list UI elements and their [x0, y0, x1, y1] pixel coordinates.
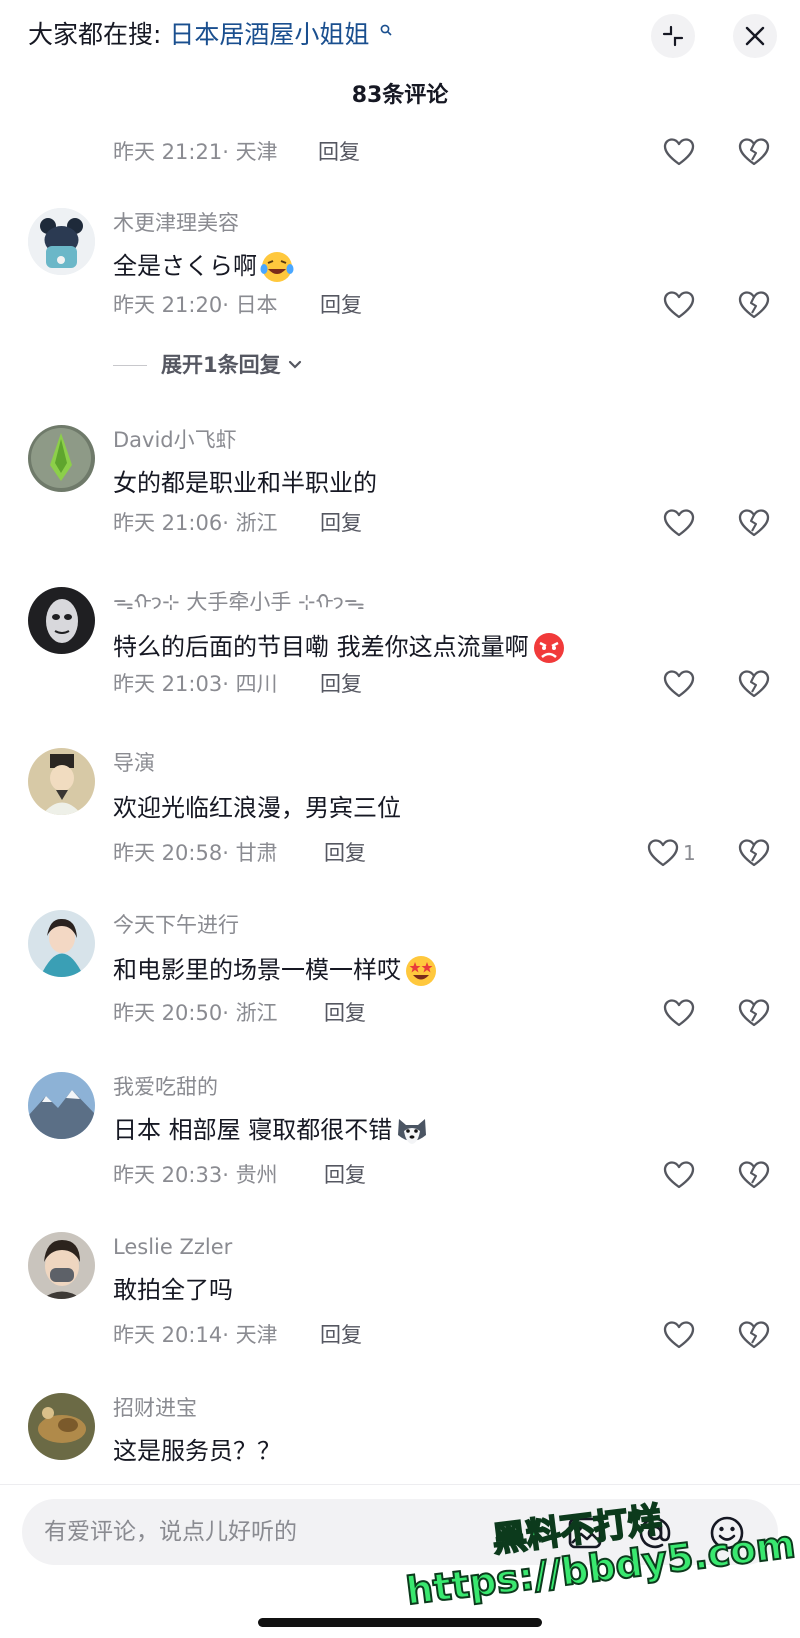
search-suggestion[interactable]: 大家都在搜: 日本居酒屋小姐姐 [28, 18, 392, 52]
husky-emoji-icon [398, 1119, 427, 1144]
comment-username[interactable]: 导演 [113, 748, 155, 778]
comment-location: 贵州 [235, 1163, 278, 1187]
comment-meta: 昨天 21:06· 浙江 [113, 511, 278, 535]
broken-heart-icon[interactable] [738, 998, 770, 1028]
laughing-crying-emoji-icon [260, 252, 294, 282]
comment-username[interactable]: 我爱吃甜的 [113, 1072, 218, 1102]
avatar[interactable] [28, 748, 95, 815]
divider [113, 364, 147, 366]
heart-outline-icon[interactable] [647, 838, 679, 868]
avatar[interactable] [28, 587, 95, 654]
comment-text-content: 特么的后面的节目嘞 我差你这点流量啊 [113, 633, 529, 661]
heart-outline-icon[interactable] [663, 669, 695, 699]
heart-outline-icon[interactable] [663, 1160, 695, 1190]
angry-emoji-icon [533, 633, 564, 663]
comment-location: 浙江 [235, 511, 278, 535]
comment-time: 昨天 20:33 [113, 1163, 223, 1187]
reply-button[interactable]: 回复 [318, 137, 360, 167]
comment-count: 83条评论 [351, 83, 449, 108]
close-button[interactable] [733, 14, 777, 58]
comment-time: 昨天 21:21 [113, 140, 223, 164]
broken-heart-icon[interactable] [738, 508, 770, 538]
comment-text: 日本 相部屋 寝取都很不错 [113, 1113, 430, 1149]
chevron-down-icon [288, 360, 301, 369]
comment-text: 这是服务员？？ [113, 1437, 281, 1465]
collapse-button[interactable] [651, 14, 695, 58]
avatar[interactable] [28, 910, 95, 977]
comment-text-content: 和电影里的场景一模一样哎 [113, 956, 401, 984]
comment-text-content: 日本 相部屋 寝取都很不错 [113, 1116, 393, 1144]
star-struck-emoji-icon [406, 956, 436, 986]
heart-outline-icon[interactable] [663, 508, 695, 538]
search-icon [380, 24, 392, 36]
reply-button[interactable]: 回复 [320, 290, 362, 320]
comment-location: 甘肃 [235, 841, 278, 865]
top-bar: 大家都在搜: 日本居酒屋小姐姐 [0, 0, 800, 80]
comment-location: 四川 [235, 672, 278, 696]
search-suggestion-query[interactable]: 日本居酒屋小姐姐 [169, 20, 369, 49]
comment-text: 女的都是职业和半职业的 [113, 469, 377, 497]
comment-location: 天津 [235, 140, 278, 164]
avatar[interactable] [28, 1072, 95, 1139]
broken-heart-icon[interactable] [738, 1160, 770, 1190]
comment-text: 特么的后面的节目嘞 我差你这点流量啊 [113, 630, 567, 666]
comment-text: 敢拍全了吗 [113, 1276, 233, 1304]
comment-meta: 昨天 20:50· 浙江 [113, 1001, 278, 1025]
broken-heart-icon[interactable] [738, 290, 770, 320]
reply-button[interactable]: 回复 [320, 1320, 362, 1350]
expand-replies-label: 展开1条回复 [161, 353, 281, 377]
comment-location: 日本 [235, 293, 278, 317]
collapse-icon [662, 25, 684, 47]
comment-meta: 昨天 21:03· 四川 [113, 672, 278, 696]
comment-username[interactable]: ᯓᡣ𐭩⊹ 大手牵小手 ⊹ᡣ𐭩ᯓ [113, 587, 365, 617]
reply-button[interactable]: 回复 [320, 508, 362, 538]
reply-button[interactable]: 回复 [324, 838, 366, 868]
heart-outline-icon[interactable] [663, 998, 695, 1028]
broken-heart-icon[interactable] [738, 838, 770, 868]
reply-button[interactable]: 回复 [324, 1160, 366, 1190]
comment-time: 昨天 20:58 [113, 841, 223, 865]
comment-meta: 昨天 20:14· 天津 [113, 1323, 278, 1347]
comment-username[interactable]: 木更津理美容 [113, 208, 239, 238]
comment-text: 全是さくら啊 [113, 249, 295, 285]
heart-outline-icon[interactable] [663, 1320, 695, 1350]
comment-text-content: 全是さくら啊 [113, 252, 257, 280]
comment-username[interactable]: 招财进宝 [113, 1393, 197, 1423]
avatar[interactable] [28, 425, 95, 492]
reply-button[interactable]: 回复 [324, 998, 366, 1028]
comment-time: 昨天 20:50 [113, 1001, 223, 1025]
heart-outline-icon[interactable] [663, 137, 695, 167]
comment-time: 昨天 20:14 [113, 1323, 223, 1347]
expand-replies-button[interactable]: 展开1条回复 [113, 350, 303, 380]
broken-heart-icon[interactable] [738, 1320, 770, 1350]
comment-meta: 昨天 21:20· 日本 [113, 293, 278, 317]
comment-meta: 昨天 20:58· 甘肃 [113, 841, 278, 865]
avatar[interactable] [28, 1393, 95, 1460]
search-suggestion-prefix: 大家都在搜: [28, 20, 162, 49]
comment-time: 昨天 21:06 [113, 511, 223, 535]
comment-text: 和电影里的场景一模一样哎 [113, 953, 439, 989]
comment-location: 浙江 [235, 1001, 278, 1025]
comment-username[interactable]: Leslie Zzler [113, 1232, 232, 1262]
comment-meta: 昨天 20:33· 贵州 [113, 1163, 278, 1187]
comment-time: 昨天 21:03 [113, 672, 223, 696]
comment-username[interactable]: David小飞虾 [113, 425, 237, 455]
close-icon [745, 26, 765, 46]
reply-button[interactable]: 回复 [320, 669, 362, 699]
comment-meta: 昨天 21:21· 天津 [113, 140, 278, 164]
comment-text: 欢迎光临红浪漫，男宾三位 [113, 794, 401, 822]
broken-heart-icon[interactable] [738, 137, 770, 167]
comment-time: 昨天 21:20 [113, 293, 223, 317]
comment-location: 天津 [235, 1323, 278, 1347]
avatar[interactable] [28, 208, 95, 275]
heart-outline-icon[interactable] [663, 290, 695, 320]
broken-heart-icon[interactable] [738, 669, 770, 699]
avatar[interactable] [28, 1232, 95, 1299]
comment-username[interactable]: 今天下午进行 [113, 910, 239, 940]
like-count: 1 [683, 841, 696, 865]
